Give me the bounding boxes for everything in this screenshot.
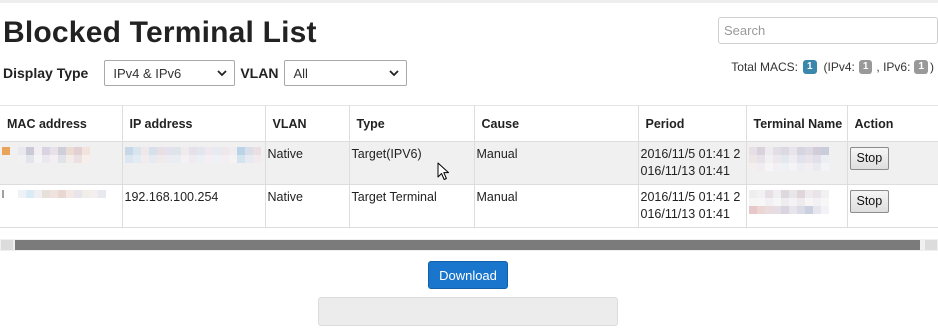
vlan-cell: Native <box>265 141 350 185</box>
cause-cell: Manual <box>474 141 639 185</box>
ip-cell: 192.168.100.254 <box>122 184 266 228</box>
horizontal-scrollbar[interactable] <box>0 239 938 251</box>
terminal-name-cell <box>746 184 848 228</box>
vlan-label: VLAN <box>240 65 279 81</box>
vlan-select[interactable]: All <box>284 60 408 86</box>
vlan-cell: Native <box>265 184 350 228</box>
type-cell: Target Terminal <box>349 184 475 228</box>
redacted-mac <box>2 190 120 198</box>
search-input[interactable] <box>718 17 938 44</box>
period-text: 2016/11/5 01:41 2 016/11/13 01:41 <box>640 147 741 178</box>
column-header[interactable]: MAC address <box>0 105 123 142</box>
mac-cell <box>0 141 123 185</box>
column-header[interactable]: Action <box>847 105 938 142</box>
period-cell: 2016/11/5 01:41 2 016/11/13 01:41 <box>638 184 747 228</box>
column-header[interactable]: IP address <box>122 105 266 142</box>
chevron-down-icon <box>389 70 400 77</box>
display-type-value: IPv4 & IPv6 <box>113 65 182 81</box>
table-header-row: MAC address IP address VLAN Type Cause P… <box>0 105 938 142</box>
column-header[interactable]: Period <box>638 105 747 142</box>
cause-cell: Manual <box>474 184 639 228</box>
redacted-terminal-name <box>748 147 845 171</box>
total-macs-label: Total MACS: <box>731 60 798 74</box>
ipv4-badge: 1 <box>858 60 873 74</box>
redacted-terminal-name <box>748 190 845 214</box>
top-divider <box>0 0 938 3</box>
filter-bar: Display Type IPv4 & IPv6 VLAN All <box>3 60 408 86</box>
stop-button[interactable]: Stop <box>849 147 890 170</box>
stop-button[interactable]: Stop <box>849 190 890 213</box>
period-text: 2016/11/5 01:41 2 016/11/13 01:41 <box>640 190 741 221</box>
type-cell: Target(IPV6) <box>349 141 475 185</box>
column-header[interactable]: Cause <box>474 105 639 142</box>
ipv6-label: , IPv6: <box>876 60 911 74</box>
table-row[interactable]: Native Target(IPV6) Manual 2016/11/5 01:… <box>0 141 938 185</box>
mac-totals: Total MACS: 1 (IPv4: 1 , IPv6: 1 ) <box>731 60 934 74</box>
total-macs-badge: 1 <box>802 60 817 74</box>
download-button[interactable]: Download <box>428 261 508 289</box>
redacted-ip <box>124 147 263 163</box>
mouse-cursor-icon <box>437 162 449 180</box>
table-row[interactable]: 192.168.100.254 Native Target Terminal M… <box>0 184 938 228</box>
ip-cell <box>122 141 266 185</box>
mac-cell <box>0 184 123 228</box>
scrollbar-thumb[interactable] <box>15 240 920 250</box>
pagination-bar <box>318 297 618 326</box>
action-cell: Stop <box>847 184 938 228</box>
display-type-label: Display Type <box>3 65 89 81</box>
display-type-select[interactable]: IPv4 & IPv6 <box>104 60 236 86</box>
terminal-name-cell <box>746 141 848 185</box>
ipv4-label: (IPv4: <box>823 60 855 74</box>
column-header[interactable]: Type <box>349 105 475 142</box>
scroll-left-arrow[interactable] <box>1 240 13 250</box>
ipv6-badge: 1 <box>914 60 928 74</box>
period-cell: 2016/11/5 01:41 2 016/11/13 01:41 <box>638 141 747 185</box>
vlan-value: All <box>293 65 308 81</box>
action-cell: Stop <box>847 141 938 185</box>
column-header[interactable]: Terminal Name <box>746 105 848 142</box>
totals-close-paren: ) <box>930 60 934 74</box>
redacted-mac <box>2 147 120 163</box>
chevron-down-icon <box>217 70 227 77</box>
blocked-terminal-table: MAC address IP address VLAN Type Cause P… <box>0 105 938 228</box>
column-header[interactable]: VLAN <box>265 105 350 142</box>
scroll-right-arrow[interactable] <box>925 240 937 250</box>
page-title: Blocked Terminal List <box>3 16 317 49</box>
